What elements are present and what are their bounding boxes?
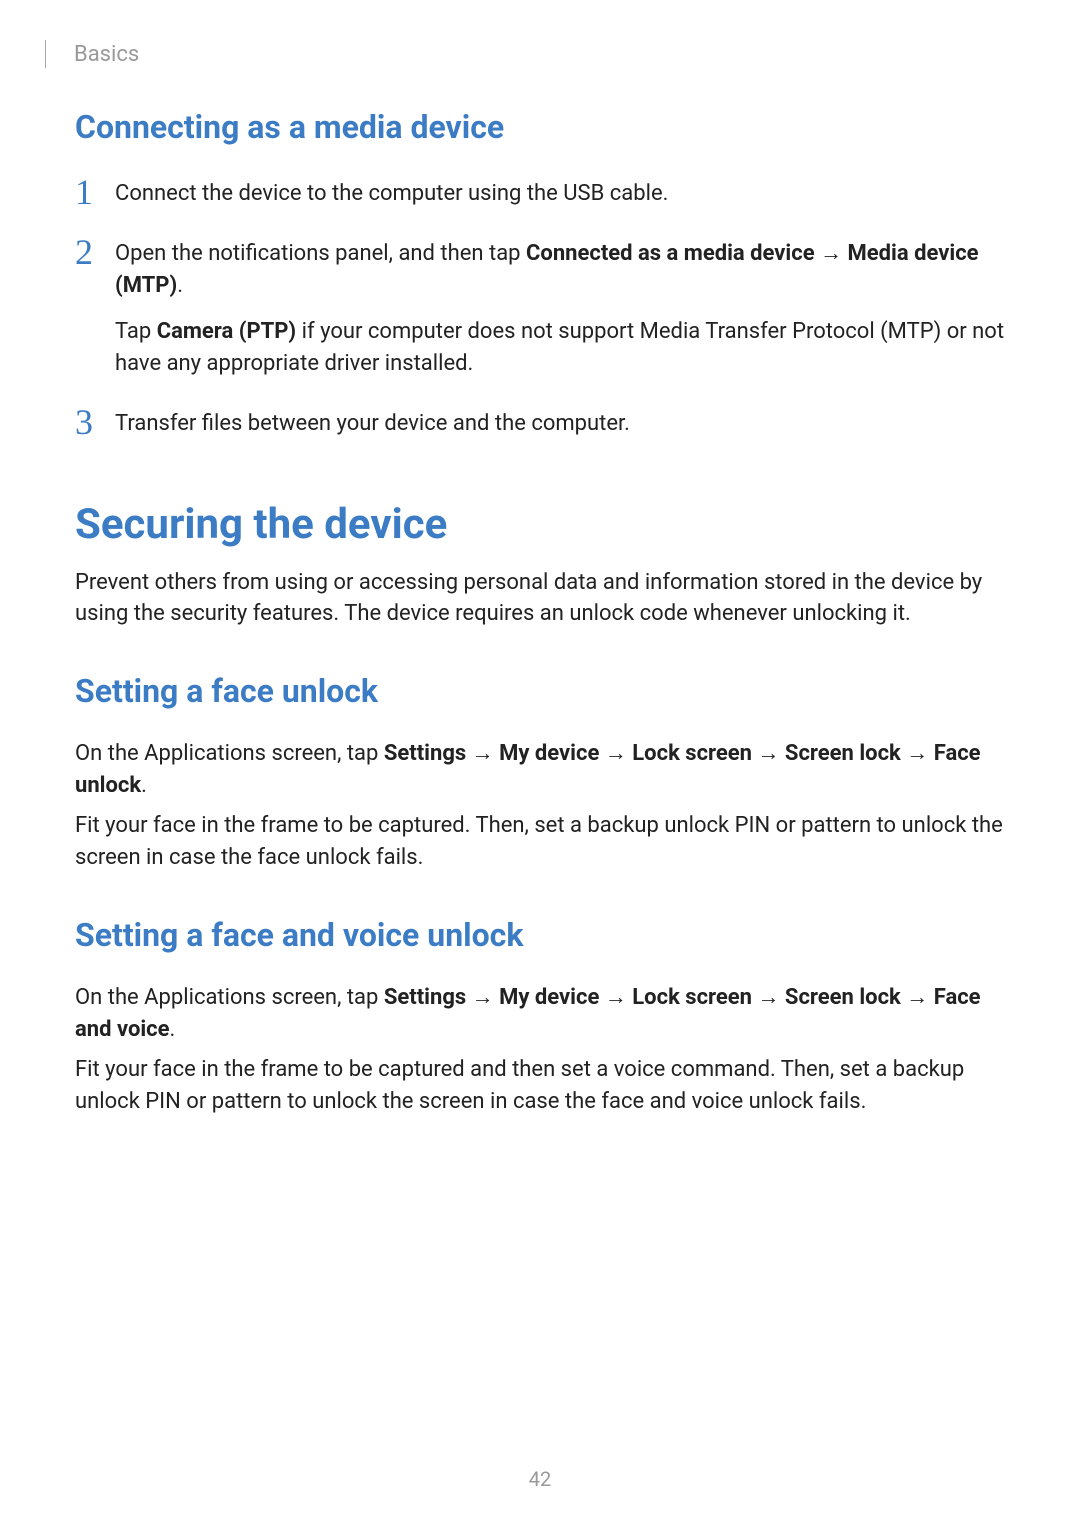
text-bold: Lock screen <box>632 741 752 766</box>
step-number: 2 <box>75 234 97 380</box>
section-heading-connecting: Connecting as a media device <box>75 108 1005 146</box>
step-text: Open the notifications panel, and then t… <box>115 238 1005 302</box>
step-body: Transfer files between your device and t… <box>115 404 1005 440</box>
text-bold: Screen lock <box>785 741 901 766</box>
step-number: 3 <box>75 404 97 440</box>
text-pre: Tap <box>115 319 157 344</box>
arrow-icon: → <box>466 985 499 1010</box>
text-bold: Connected as a media device <box>526 241 815 266</box>
intro-paragraph: Prevent others from using or accessing p… <box>75 567 1005 631</box>
header-section-label: Basics <box>74 42 139 67</box>
page-header: Basics <box>45 40 1005 68</box>
text-post: . <box>177 273 183 298</box>
arrow-icon: → <box>815 241 848 266</box>
text-bold: My device <box>499 985 599 1010</box>
text-bold: Lock screen <box>632 985 752 1010</box>
step-text: Transfer files between your device and t… <box>115 408 1005 440</box>
face-unlock-path: On the Applications screen, tap Settings… <box>75 738 1005 802</box>
face-voice-unlock-path: On the Applications screen, tap Settings… <box>75 982 1005 1046</box>
text-bold: My device <box>499 741 599 766</box>
text-pre: Open the notifications panel, and then t… <box>115 241 526 266</box>
arrow-icon: → <box>599 985 632 1010</box>
face-unlock-section: Setting a face unlock On the Application… <box>75 672 1005 874</box>
arrow-icon: → <box>752 741 785 766</box>
header-divider <box>45 40 46 68</box>
step-2: 2 Open the notifications panel, and then… <box>75 234 1005 380</box>
numbered-steps: 1 Connect the device to the computer usi… <box>75 174 1005 440</box>
step-1: 1 Connect the device to the computer usi… <box>75 174 1005 210</box>
section-heading-face-unlock: Setting a face unlock <box>75 672 1005 710</box>
text-bold: Settings <box>384 985 466 1010</box>
face-unlock-instructions: Fit your face in the frame to be capture… <box>75 810 1005 874</box>
text-bold: Camera (PTP) <box>157 319 296 344</box>
text-bold: Screen lock <box>785 985 901 1010</box>
text-post: . <box>170 1017 176 1042</box>
step-subtext: Tap Camera (PTP) if your computer does n… <box>115 316 1005 380</box>
text-bold: Settings <box>384 741 466 766</box>
text-pre: On the Applications screen, tap <box>75 985 384 1010</box>
step-body: Open the notifications panel, and then t… <box>115 234 1005 380</box>
section-heading-face-voice-unlock: Setting a face and voice unlock <box>75 916 1005 954</box>
step-text: Connect the device to the computer using… <box>115 178 1005 210</box>
step-number: 1 <box>75 174 97 210</box>
arrow-icon: → <box>901 985 934 1010</box>
arrow-icon: → <box>752 985 785 1010</box>
step-body: Connect the device to the computer using… <box>115 174 1005 210</box>
arrow-icon: → <box>599 741 632 766</box>
page-number: 42 <box>0 1467 1080 1491</box>
main-heading-securing: Securing the device <box>75 500 1005 549</box>
arrow-icon: → <box>466 741 499 766</box>
face-voice-unlock-instructions: Fit your face in the frame to be capture… <box>75 1054 1005 1118</box>
face-voice-unlock-section: Setting a face and voice unlock On the A… <box>75 916 1005 1118</box>
text-post: . <box>141 773 147 798</box>
arrow-icon: → <box>901 741 934 766</box>
step-3: 3 Transfer files between your device and… <box>75 404 1005 440</box>
text-pre: On the Applications screen, tap <box>75 741 384 766</box>
